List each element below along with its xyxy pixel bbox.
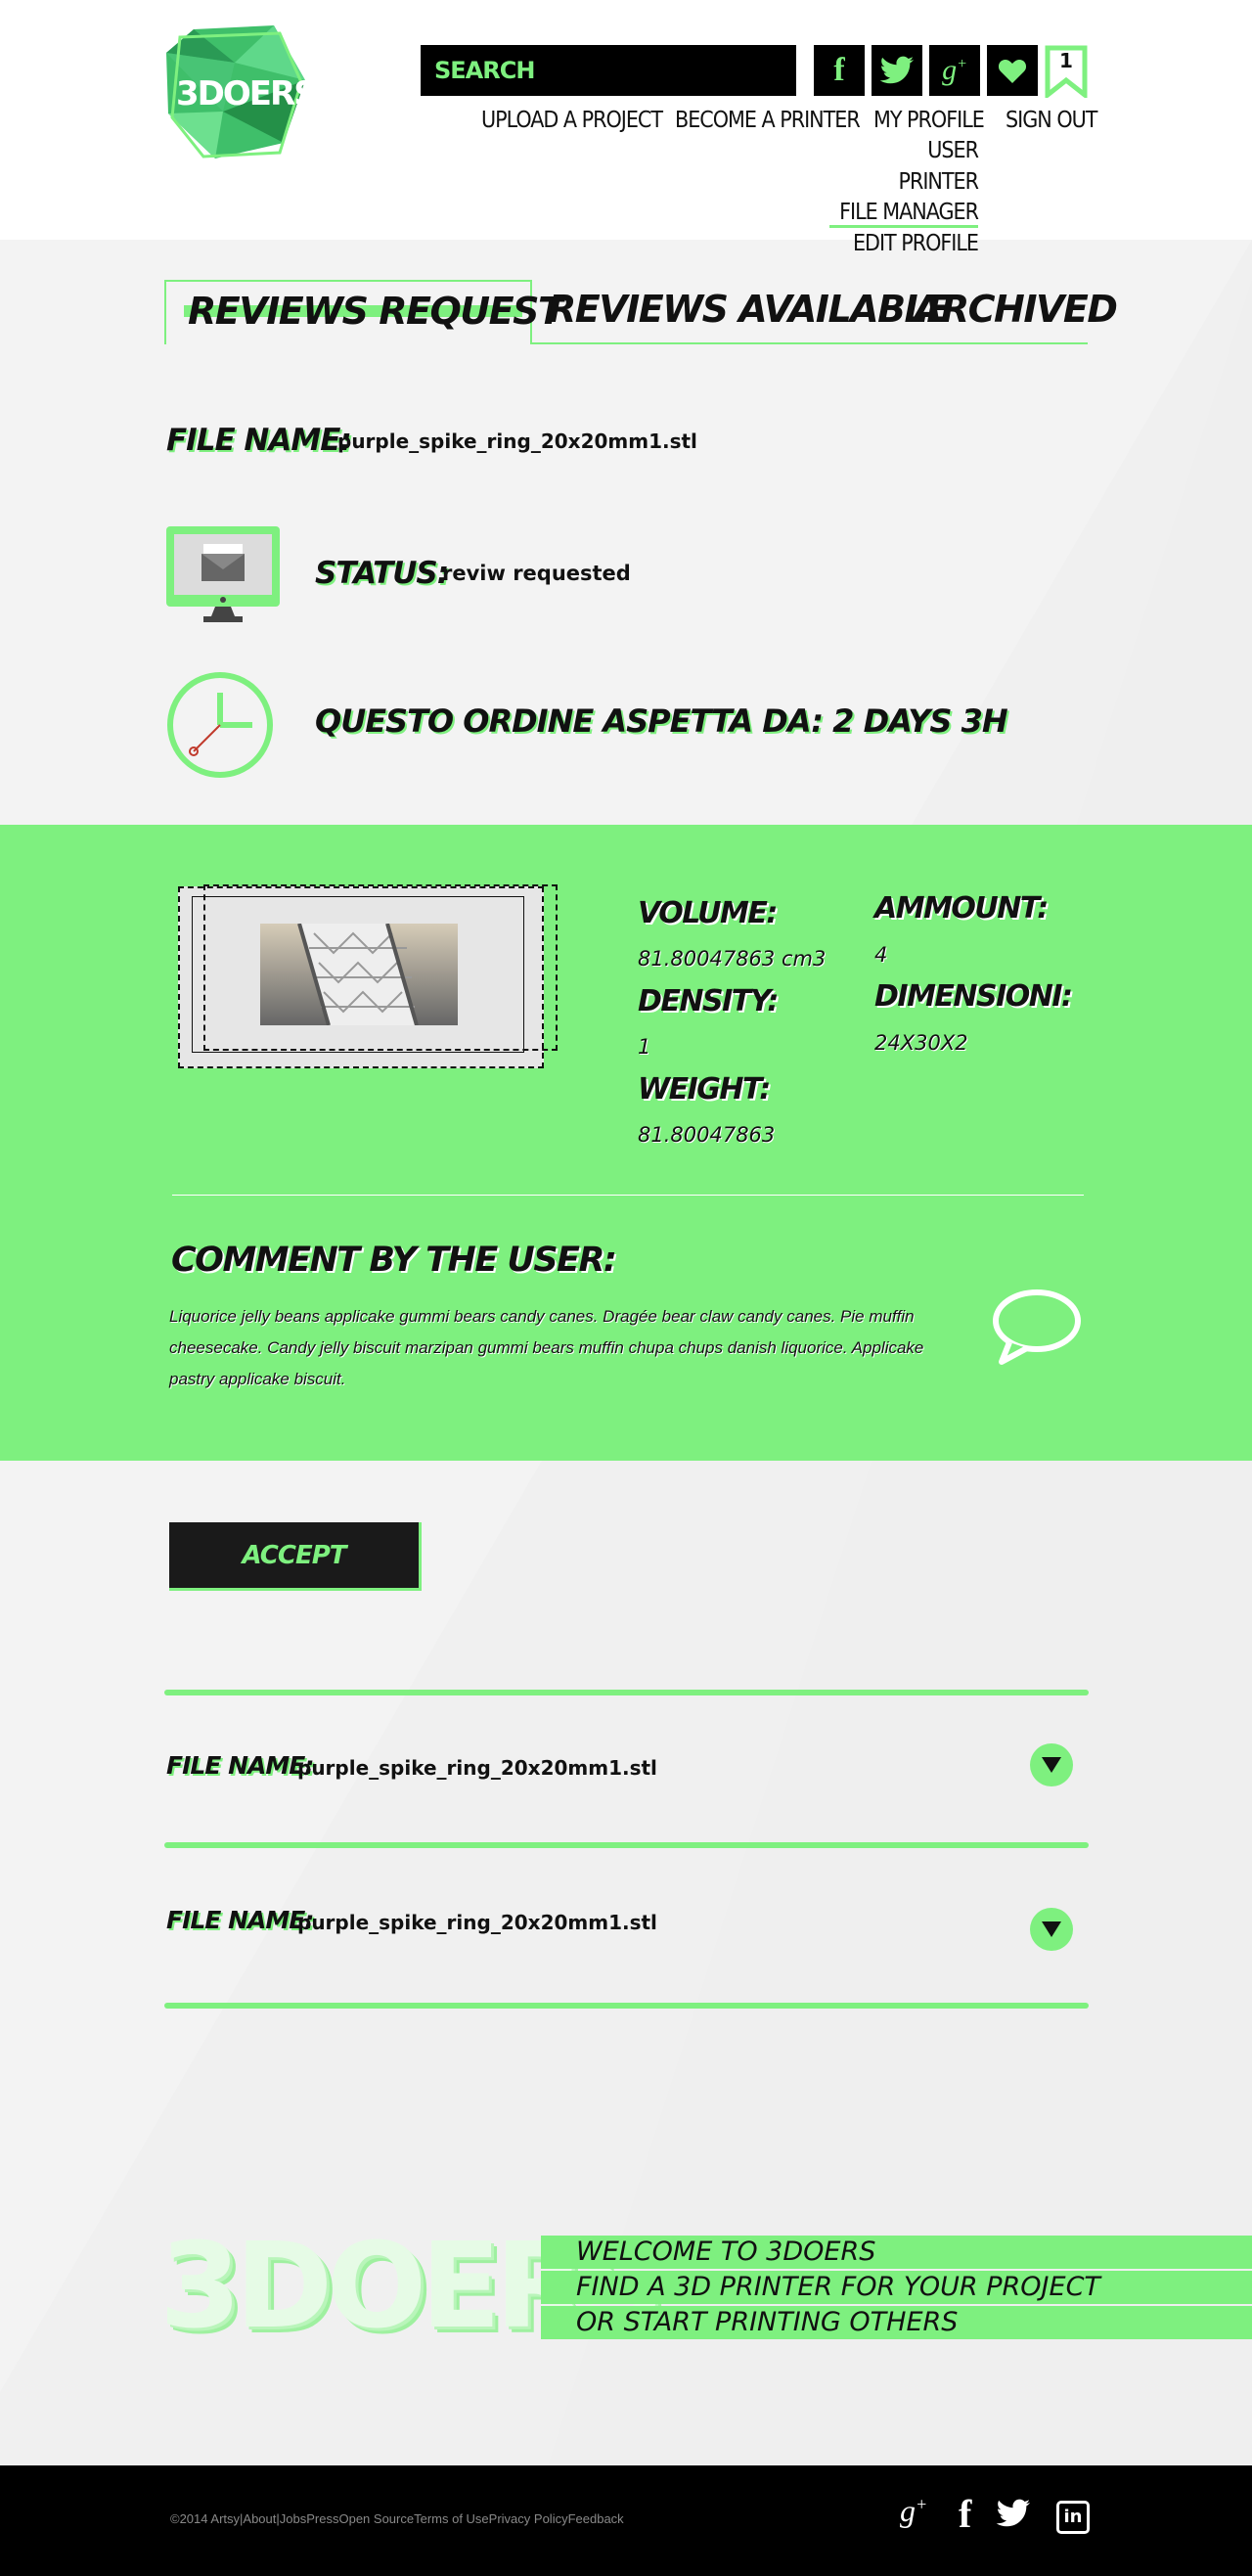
density-value: 1 [638,1035,651,1059]
saved-count: 1 [1059,49,1073,72]
row-2-expand-button[interactable] [1030,1908,1073,1951]
dimensions-label: DIMENSIONI: [874,979,1073,1014]
amount-value: 4 [874,943,888,967]
google-plus-icon: g+ [942,54,967,86]
row-1-expand-button[interactable] [1030,1743,1073,1786]
logo-text: 3DOERS [176,74,318,113]
row-1-file-name: purple_spike_ring_20x20mm1.stl [297,1756,657,1780]
welcome-line-3: OR START PRINTING OTHERS [541,2306,1252,2339]
footer-link-jobs[interactable]: Jobs [280,2511,306,2526]
comment-text: Liquorice jelly beans applicake gummi be… [169,1307,924,1388]
google-plus-button[interactable]: g+ [929,45,980,96]
row-2-file-label: FILE NAME: [166,1906,314,1934]
accept-button[interactable]: ACCEPT [169,1522,422,1591]
tab-reviews-request-label: REVIEWS REQUEST [188,290,563,333]
speech-bubble-icon [988,1288,1082,1368]
welcome-line-2: FIND A 3D PRINTER FOR YOUR PROJECT [541,2271,1252,2304]
volume-value: 81.80047863 cm3 [638,947,827,971]
panel-divider [172,1195,1084,1196]
footer-link-open-source[interactable]: Open Source [338,2511,414,2526]
row-2-file-name: purple_spike_ring_20x20mm1.stl [297,1911,657,1934]
footer-link-feedback[interactable]: Feedback [568,2511,624,2526]
footer-linkedin-icon[interactable]: in [1056,2501,1090,2534]
welcome-line-1: WELCOME TO 3DOERS [541,2236,1252,2269]
row-divider-bottom [164,2003,1089,2009]
footer-twitter-icon[interactable] [996,2499,1031,2532]
ring-image [260,923,458,1026]
dimensions-value: 24X30X2 [874,1031,968,1055]
density-label: DENSITY: [638,984,779,1018]
tab-reviews-available[interactable]: REVIEWS AVAILABLE [548,288,952,331]
clock-icon [166,671,274,779]
footer-link-terms[interactable]: Terms of Use [414,2511,489,2526]
amount-label: AMMOUNT: [874,891,1049,926]
twitter-button[interactable] [872,45,922,96]
footer-link-privacy[interactable]: Privacy Policy [489,2511,568,2526]
model-preview[interactable] [178,884,559,1072]
heart-icon [998,60,1027,83]
chevron-down-icon [1042,1921,1061,1937]
profile-menu-user[interactable]: USER [927,138,979,163]
nav-upload-project[interactable]: UPLOAD A PROJECT [481,108,663,133]
logo[interactable]: 3DOERS [164,23,318,160]
row-divider-middle [164,1842,1089,1848]
weight-value: 81.80047863 [638,1123,776,1147]
volume-label: VOLUME: [638,896,778,930]
status-value: reviw requested [442,562,631,585]
footer-logo-3d: 3DOERS [159,2219,664,2361]
nav-become-printer[interactable]: BECOME A PRINTER [675,108,861,133]
weight-label: WEIGHT: [638,1072,771,1107]
wait-time-text: QUESTO ORDINE ASPETTA DA: 2 DAYS 3H [315,702,1008,740]
status-monitor-icon [166,526,280,624]
row-divider-top [164,1690,1089,1695]
footer-link-about[interactable]: About [243,2511,276,2526]
favorites-button[interactable] [987,45,1038,96]
status-label: STATUS: [315,556,449,591]
file-name-value: purple_spike_ring_20x20mm1.stl [337,429,697,453]
twitter-icon [879,56,914,84]
footer-copyright: ©2014 Artsy [170,2511,241,2526]
row-1-file-label: FILE NAME: [166,1751,314,1780]
facebook-button[interactable]: f [814,45,865,96]
profile-menu-file-manager[interactable]: FILE MANAGER [829,200,979,228]
tab-archived[interactable]: ARCHIVED [914,288,1118,331]
tab-reviews-request[interactable]: REVIEWS REQUEST [164,280,563,344]
saved-button[interactable]: 1 [1045,45,1088,101]
site-footer: ©2014 Artsy | About | Jobs Press Open Sour… [0,2465,1252,2576]
nav-sign-out[interactable]: SIGN OUT [1006,108,1097,133]
footer-google-plus-icon[interactable]: g+ [900,2493,927,2529]
file-name-label: FILE NAME: [166,423,352,458]
profile-menu-edit-profile[interactable]: EDIT PROFILE [853,231,979,256]
footer-link-press[interactable]: Press [306,2511,338,2526]
chevron-down-icon [1042,1757,1061,1773]
facebook-icon: f [833,52,845,88]
footer-facebook-icon[interactable]: f [959,2491,971,2537]
tabs-underline [532,342,1088,344]
comment-title: COMMENT BY THE USER: [171,1241,617,1280]
footer-links: ©2014 Artsy | About | Jobs Press Open Sour… [170,2511,624,2526]
nav-my-profile[interactable]: MY PROFILE [873,108,985,133]
search-input[interactable] [421,45,796,96]
profile-menu-printer[interactable]: PRINTER [898,169,979,195]
